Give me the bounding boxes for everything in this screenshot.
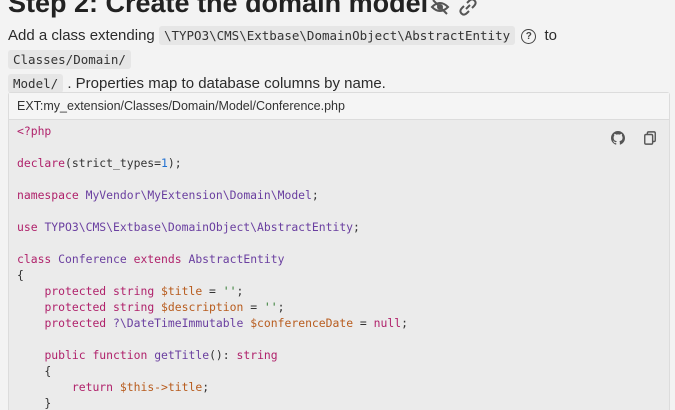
- code-line: {: [17, 364, 52, 378]
- path-code-part1: Classes/Domain/: [8, 50, 131, 69]
- file-path-header: EXT:my_extension/Classes/Domain/Model/Co…: [9, 93, 669, 120]
- page-title: Step 2: Create the domain model: [8, 0, 478, 22]
- code-line: namespace MyVendor\MyExtension\Domain\Mo…: [17, 188, 319, 202]
- intro-paragraph: Add a class extending \TYPO3\CMS\Extbase…: [8, 24, 658, 96]
- code-line: ​: [17, 331, 408, 347]
- code-line: <?php: [17, 124, 52, 138]
- hidden-eye-icon[interactable]: [430, 0, 450, 17]
- code-line: ​: [17, 235, 408, 251]
- code-line: return $this->title;: [71, 380, 210, 394]
- page-title-text: Step 2: Create the domain model: [8, 0, 429, 18]
- intro-text-before: Add a class extending: [8, 27, 155, 44]
- code-line: protected string $title = '';: [44, 284, 244, 298]
- code-line: protected string $description = '';: [44, 300, 285, 314]
- code-line: declare(strict_types=1);: [17, 156, 182, 170]
- code-line: public function getTitle(): string: [44, 348, 278, 362]
- intro-text-after: . Properties map to database columns by …: [67, 75, 386, 92]
- github-icon[interactable]: [610, 131, 625, 150]
- code-content: <?php​declare(strict_types=1);​namespace…: [17, 123, 408, 410]
- intro-text-to: to: [544, 27, 557, 44]
- code-line: class Conference extends AbstractEntity: [17, 252, 285, 266]
- path-code-part2: Model/: [8, 74, 64, 93]
- class-name-code: \TYPO3\CMS\Extbase\DomainObject\Abstract…: [158, 26, 516, 45]
- code-line: ​: [17, 171, 408, 187]
- copy-icon[interactable]: [643, 131, 657, 150]
- code-line: ​: [17, 139, 408, 155]
- code-line: protected ?\DateTimeImmutable $conferenc…: [44, 316, 408, 330]
- code-line: use TYPO3\CMS\Extbase\DomainObject\Abstr…: [17, 220, 360, 234]
- help-icon[interactable]: ?: [521, 29, 537, 44]
- code-line: {: [17, 268, 24, 282]
- code-line: ​: [17, 203, 408, 219]
- code-actions: [597, 131, 657, 150]
- code-line: }: [17, 396, 52, 410]
- link-icon[interactable]: [458, 0, 478, 17]
- code-block: EXT:my_extension/Classes/Domain/Model/Co…: [8, 92, 670, 410]
